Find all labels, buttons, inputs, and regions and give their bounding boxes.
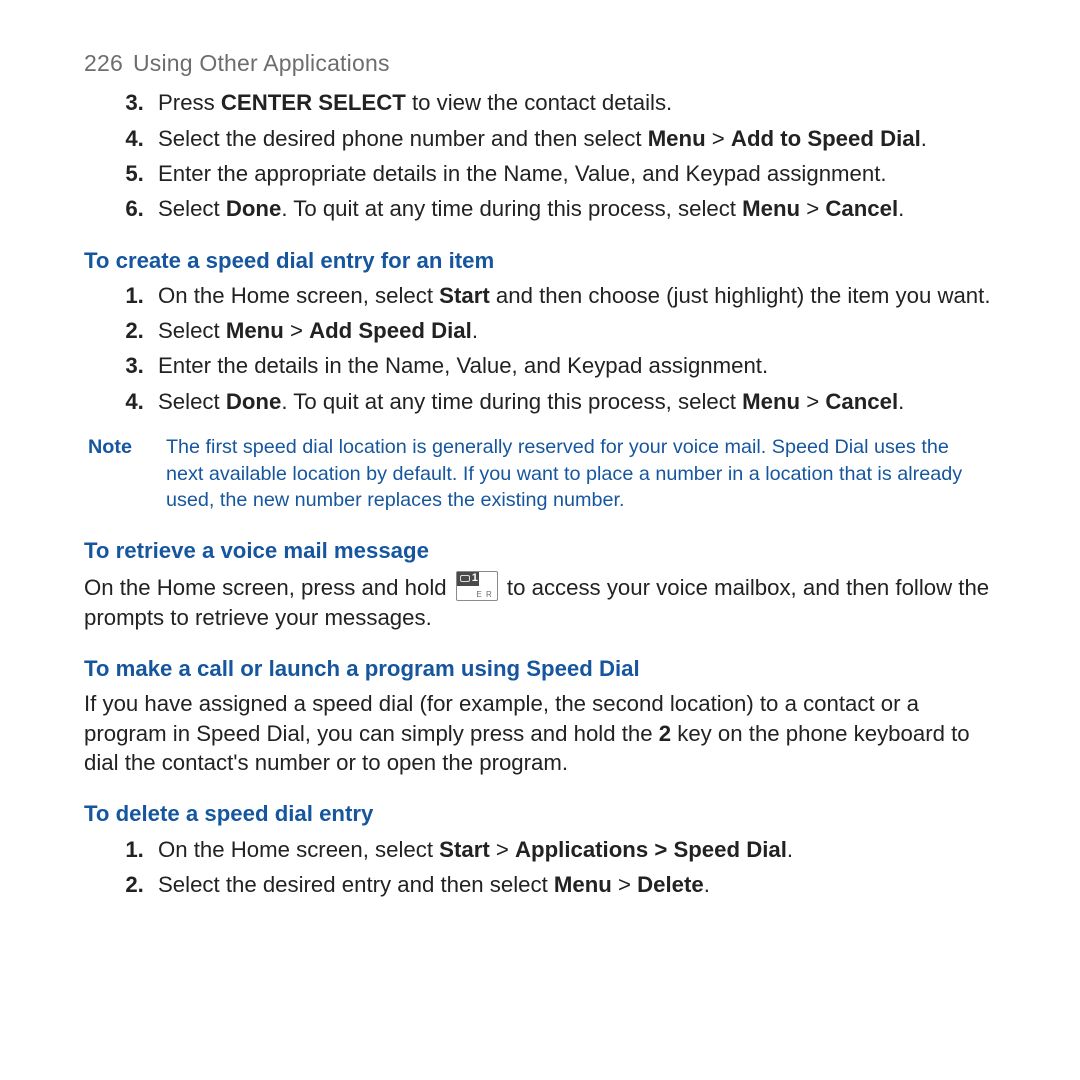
retrieve-paragraph: On the Home screen, press and hold 1E R … — [84, 571, 996, 632]
list-item: Select Done. To quit at any time during … — [150, 194, 996, 223]
list-item: Select Done. To quit at any time during … — [150, 387, 996, 416]
list-item: On the Home screen, select Start and the… — [150, 281, 996, 310]
chapter-title: Using Other Applications — [133, 50, 390, 76]
page-number: 226 — [84, 50, 123, 76]
heading-delete-entry: To delete a speed dial entry — [84, 799, 996, 828]
manual-page: 226 Using Other Applications Press CENTER… — [0, 0, 1080, 899]
list-item: Select Menu > Add Speed Dial. — [150, 316, 996, 345]
create-steps-list: On the Home screen, select Start and the… — [84, 281, 996, 416]
continued-steps-list: Press CENTER SELECT to view the contact … — [84, 88, 996, 223]
list-item: Select the desired phone number and then… — [150, 124, 996, 153]
delete-steps-list: On the Home screen, select Start > Appli… — [84, 835, 996, 900]
note-body: The first speed dial location is general… — [166, 434, 996, 514]
list-item: Enter the appropriate details in the Nam… — [150, 159, 996, 188]
note-block: Note The first speed dial location is ge… — [84, 434, 996, 514]
list-item: Press CENTER SELECT to view the contact … — [150, 88, 996, 117]
list-item: Enter the details in the Name, Value, an… — [150, 351, 996, 380]
note-label: Note — [84, 434, 132, 514]
call-paragraph: If you have assigned a speed dial (for e… — [84, 689, 996, 777]
heading-retrieve-voicemail: To retrieve a voice mail message — [84, 536, 996, 565]
voicemail-key-icon: 1E R — [456, 571, 498, 601]
page-header: 226 Using Other Applications — [84, 48, 996, 78]
heading-make-call: To make a call or launch a program using… — [84, 654, 996, 683]
list-item: Select the desired entry and then select… — [150, 870, 996, 899]
heading-create-speed-dial: To create a speed dial entry for an item — [84, 246, 996, 275]
list-item: On the Home screen, select Start > Appli… — [150, 835, 996, 864]
